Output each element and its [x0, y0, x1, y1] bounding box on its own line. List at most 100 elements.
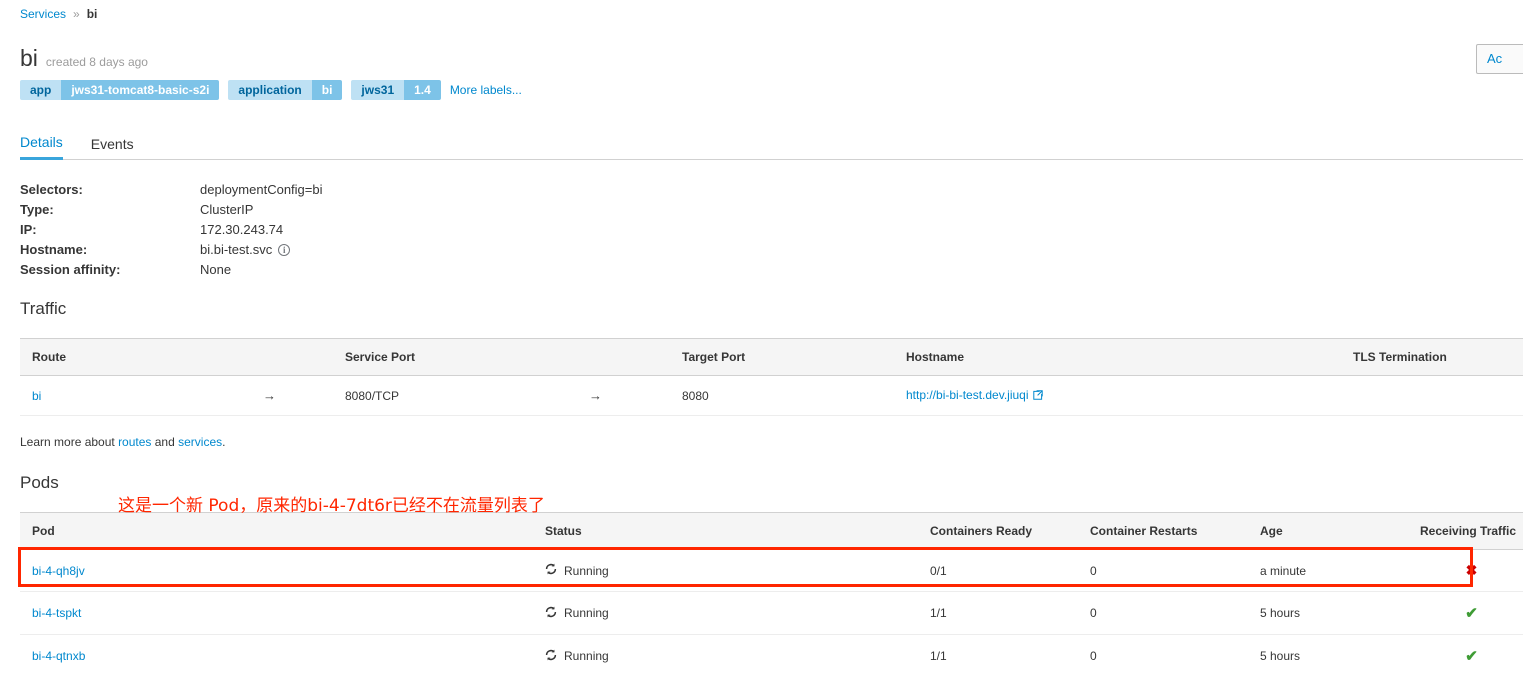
details-value: bi.bi-test.svc — [200, 242, 273, 257]
label-value: 1.4 — [404, 80, 441, 100]
pods-cell-status: Running — [545, 591, 930, 635]
details-value: ClusterIP — [200, 202, 254, 217]
details-term: IP: — [20, 222, 37, 237]
details-term: Hostname: — [20, 242, 88, 257]
learn-more-text: Learn more about routes and services. — [20, 435, 225, 449]
services-link[interactable]: services — [178, 435, 222, 449]
check-icon: ✔ — [1465, 605, 1478, 622]
created-timestamp: created 8 days ago — [45, 55, 148, 69]
pod-link[interactable]: bi-4-qtnxb — [32, 649, 85, 663]
status-badge: Running — [545, 606, 930, 621]
sync-icon — [545, 606, 557, 621]
label-badge[interactable]: app jws31-tomcat8-basic-s2i — [20, 80, 220, 100]
label-key: jws31 — [351, 80, 405, 100]
pods-cell-containers-ready: 0/1 — [930, 549, 1090, 592]
breadcrumb: Services » bi — [20, 5, 97, 23]
route-link[interactable]: bi — [32, 389, 41, 403]
table-row: bi-4-tspkt Running 1/1 0 5 hours ✔ — [20, 591, 1523, 635]
actions-button[interactable]: Ac — [1476, 44, 1523, 74]
tab-details[interactable]: Details — [20, 134, 63, 160]
traffic-table: Route Service Port Target Port Hostname … — [20, 338, 1523, 416]
sync-icon — [545, 649, 557, 664]
details-value: deploymentConfig=bi — [200, 182, 323, 197]
learn-more-suffix: . — [222, 435, 226, 449]
sync-icon — [545, 563, 557, 578]
pods-heading: Pods — [20, 473, 59, 492]
more-labels-link[interactable]: More labels... — [450, 83, 522, 97]
arrow-right-icon: → — [263, 388, 276, 403]
pod-link[interactable]: bi-4-tspkt — [32, 606, 81, 620]
table-row: bi-4-qtnxb Running 1/1 0 5 hours ✔ — [20, 634, 1523, 676]
service-detail-page: Services » bi bi created 8 days ago Ac a… — [0, 0, 1523, 676]
traffic-cell-tls — [1353, 375, 1523, 416]
pods-cell-container-restarts: 0 — [1090, 591, 1260, 635]
details-value-wrap: bi.bi-test.svc i — [200, 240, 291, 260]
pods-table-header-row: Pod Status Containers Ready Container Re… — [20, 512, 1523, 550]
traffic-col-target-port: Target Port — [682, 338, 906, 376]
tab-events[interactable]: Events — [91, 136, 134, 159]
page-title: bi — [20, 45, 38, 71]
details-term: Selectors: — [20, 182, 83, 197]
pods-col-containers-ready: Containers Ready — [930, 512, 1090, 550]
hostname-link[interactable]: http://bi-bi-test.dev.jiuqi — [906, 388, 1029, 402]
status-text: Running — [564, 563, 609, 578]
traffic-table-header-row: Route Service Port Target Port Hostname … — [20, 338, 1523, 376]
pods-col-receiving-traffic: Receiving Traffic — [1420, 512, 1523, 550]
details-row-session-affinity: Session affinity: None — [20, 260, 323, 280]
status-text: Running — [564, 606, 609, 620]
pods-cell-containers-ready: 1/1 — [930, 634, 1090, 676]
page-title-row: bi created 8 days ago — [20, 45, 148, 71]
pods-col-age: Age — [1260, 512, 1420, 550]
traffic-heading: Traffic — [20, 299, 67, 318]
annotation-text: 这是一个新 Pod，原来的bi-4-7dt6r已经不在流量列表了 — [118, 496, 545, 516]
details-row-selectors: Selectors: deploymentConfig=bi — [20, 180, 323, 200]
label-key: app — [20, 80, 62, 100]
table-row: bi-4-qh8jv Running 0/1 0 a minute ✖ — [20, 549, 1523, 592]
traffic-col-hostname: Hostname — [906, 338, 1353, 376]
label-value: bi — [311, 80, 343, 100]
label-badge[interactable]: jws31 1.4 — [351, 80, 441, 100]
pods-cell-receiving-traffic: ✔ — [1420, 634, 1523, 676]
pods-col-pod: Pod — [20, 512, 545, 550]
pod-link[interactable]: bi-4-qh8jv — [32, 564, 85, 578]
traffic-cell-service-port: 8080/TCP — [345, 375, 589, 416]
learn-more-middle: and — [151, 435, 179, 449]
pods-col-status: Status — [545, 512, 930, 550]
pods-cell-status: Running — [545, 634, 930, 676]
pods-cell-containers-ready: 1/1 — [930, 591, 1090, 635]
arrow-right-icon: → — [589, 388, 602, 403]
traffic-cell-arrow-2: → — [589, 375, 682, 416]
label-badge[interactable]: application bi — [228, 80, 343, 100]
external-link-icon — [1032, 389, 1043, 403]
pods-cell-receiving-traffic: ✖ — [1420, 549, 1523, 592]
details-list: Selectors: deploymentConfig=bi Type: Clu… — [20, 180, 323, 280]
pods-cell-age: 5 hours — [1260, 634, 1420, 676]
breadcrumb-current: bi — [86, 7, 98, 21]
label-value: jws31-tomcat8-basic-s2i — [61, 80, 220, 100]
cross-icon: ✖ — [1465, 562, 1478, 578]
traffic-cell-hostname: http://bi-bi-test.dev.jiuqi — [906, 375, 1353, 416]
traffic-cell-arrow-1: → — [263, 375, 345, 416]
info-icon[interactable]: i — [278, 244, 291, 256]
breadcrumb-link-services[interactable]: Services — [20, 5, 66, 23]
routes-link[interactable]: routes — [118, 435, 151, 449]
details-value: 172.30.243.74 — [200, 222, 284, 237]
status-badge: Running — [545, 563, 930, 578]
pods-cell-status: Running — [545, 549, 930, 592]
traffic-col-tls: TLS Termination — [1353, 338, 1523, 376]
details-row-ip: IP: 172.30.243.74 — [20, 220, 323, 240]
traffic-cell-target-port: 8080 — [682, 375, 906, 416]
pods-cell-container-restarts: 0 — [1090, 634, 1260, 676]
breadcrumb-separator-icon: » — [73, 7, 80, 21]
traffic-col-spacer-1 — [263, 338, 345, 376]
details-row-type: Type: ClusterIP — [20, 200, 323, 220]
details-row-hostname: Hostname: bi.bi-test.svc i — [20, 240, 323, 260]
pods-cell-container-restarts: 0 — [1090, 549, 1260, 592]
pods-cell-pod: bi-4-qh8jv — [20, 549, 545, 592]
status-text: Running — [564, 649, 609, 663]
pods-cell-pod: bi-4-tspkt — [20, 591, 545, 635]
status-badge: Running — [545, 649, 930, 664]
tab-bar: Details Events — [20, 128, 1523, 160]
pods-col-container-restarts: Container Restarts — [1090, 512, 1260, 550]
pods-cell-receiving-traffic: ✔ — [1420, 591, 1523, 635]
